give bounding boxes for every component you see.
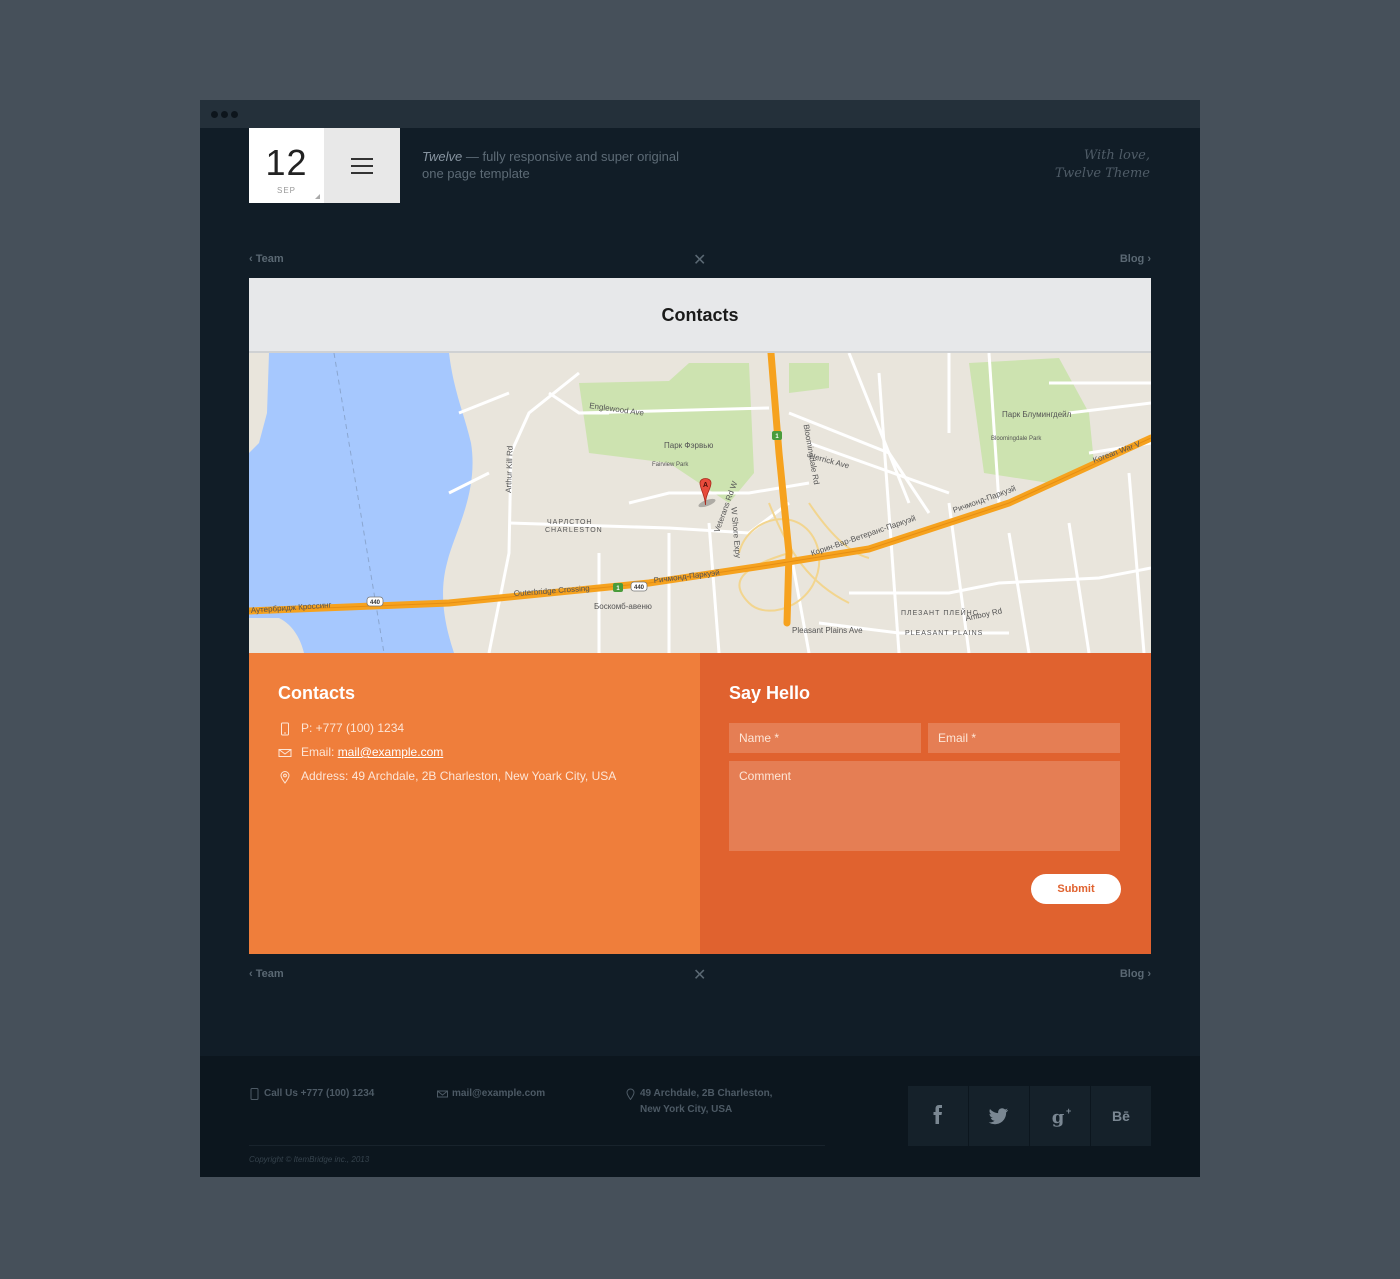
prev-label: Team [255,968,284,980]
section-pager-top: ‹ Team ✕ Blog › [249,250,1151,270]
chevron-right-icon: › [1144,253,1151,265]
twitter-icon[interactable] [969,1086,1029,1146]
contacts-panel: Contacts Аутербридж Кроссинг Outerbridge… [249,278,1151,954]
map-label-9: CHARLESTON [545,527,603,534]
phone-icon [250,1088,259,1100]
site-tagline: Twelve — fully responsive and super orig… [422,148,702,182]
contacts-title: Contacts [278,683,356,703]
panel-header: Contacts [249,278,1151,353]
map-label-13: PLEASANT PLAINS [905,630,983,637]
browser-window: 12 SEP Twelve — fully responsive and sup… [200,100,1200,1177]
email-label: Email: [301,745,335,759]
contacts-info: Contacts P: +777 (100) 1234 Email: mail@… [249,653,700,954]
svg-text:+: + [1066,1106,1071,1116]
location-pin-icon [626,1088,635,1100]
window-dot-icon[interactable] [231,111,238,118]
prev-label: Team [255,253,284,265]
hamburger-menu-button[interactable] [324,128,400,203]
hamburger-line [351,158,373,160]
prev-section-link[interactable]: ‹ Team [249,253,284,265]
map-label-8: ЧАРЛСТОН [547,519,593,526]
hamburger-line [351,165,373,167]
tagline-brand: Twelve [422,149,463,164]
close-icon[interactable]: ✕ [693,965,706,985]
close-icon[interactable]: ✕ [693,250,706,270]
email-placeholder: Email * [938,731,977,745]
email-link[interactable]: mail@example.com [338,745,444,759]
map-label-7: Fairview Park [652,462,689,468]
comment-placeholder: Comment [739,769,792,783]
chevron-left-icon: ‹ [249,968,256,980]
envelope-icon [278,749,292,757]
section-pager-bottom: ‹ Team ✕ Blog › [249,965,1151,985]
map-shield: 440 [370,600,381,606]
name-placeholder: Name * [739,731,780,745]
email-field[interactable]: Email * [928,723,1120,753]
chevron-right-icon: › [1144,968,1151,980]
footer-address-line2: New York City, USA [640,1104,733,1115]
hamburger-line [351,172,373,174]
map-label-10: Парк Блумингдейл [1002,410,1072,419]
map-label-19: Боскомб-авеню [594,602,652,611]
chevron-left-icon: ‹ [249,253,256,265]
social-links: g + Bē [908,1086,1151,1146]
footer-address-line1: 49 Archdale, 2B Charleston, [640,1088,773,1099]
footer-email-text[interactable]: mail@example.com [452,1086,545,1102]
logo-day: 12 [265,142,308,183]
map-canvas[interactable]: Аутербридж Кроссинг Outerbridge Crossing… [249,353,1151,653]
copyright-text: Copyright © ItemBridge inc., 2013 [249,1155,370,1164]
map-shield: 440 [634,585,645,591]
site-footer: Call Us +777 (100) 1234 mail@example.com… [200,1056,1200,1177]
map-label-11: Bloomingdale Park [991,436,1042,442]
signature-line1: With love, [1083,148,1150,163]
window-titlebar [200,100,1200,128]
envelope-icon [437,1090,448,1098]
prev-section-link[interactable]: ‹ Team [249,968,284,980]
svg-text:Bē: Bē [1112,1108,1130,1124]
google-plus-icon[interactable]: g + [1030,1086,1090,1146]
signature: With love, Twelve Theme [990,147,1150,183]
panel-title: Contacts [661,305,739,325]
svg-text:g: g [1052,1107,1065,1128]
phone-icon [281,722,289,736]
say-hello-form: Say Hello Name * Email * Comment Submit [700,653,1151,954]
logo-month: SEP [276,186,296,195]
map-label-14: Arthur Kill Rd [504,446,515,493]
map-label-20: Pleasant Plains Ave [792,626,863,635]
footer-phone-text: Call Us +777 (100) 1234 [264,1088,375,1099]
form-title: Say Hello [729,683,811,703]
signature-line2: Twelve Theme [1054,166,1150,181]
next-label: Blog [1119,968,1145,980]
phone-text: P: +777 (100) 1234 [301,721,405,735]
name-field[interactable]: Name * [729,723,921,753]
footer-divider [249,1145,825,1146]
location-map[interactable]: Аутербридж Кроссинг Outerbridge Crossing… [249,353,1151,653]
next-label: Blog [1119,253,1145,265]
submit-button[interactable]: Submit [1031,874,1121,904]
next-section-link[interactable]: Blog › [1120,968,1151,980]
map-label-6: Парк Фэрвью [664,441,713,450]
next-section-link[interactable]: Blog › [1120,253,1151,265]
map-marker-label: A [703,482,708,489]
address-text: Address: 49 Archdale, 2B Charleston, New… [301,769,617,783]
comment-field[interactable]: Comment [729,761,1120,851]
window-dot-icon[interactable] [221,111,228,118]
date-logo[interactable]: 12 SEP [249,128,324,203]
location-pin-icon [280,771,290,784]
behance-icon[interactable]: Bē [1091,1086,1151,1146]
window-dot-icon[interactable] [211,111,218,118]
corner-triangle-icon [315,194,320,199]
facebook-icon[interactable] [908,1086,968,1146]
